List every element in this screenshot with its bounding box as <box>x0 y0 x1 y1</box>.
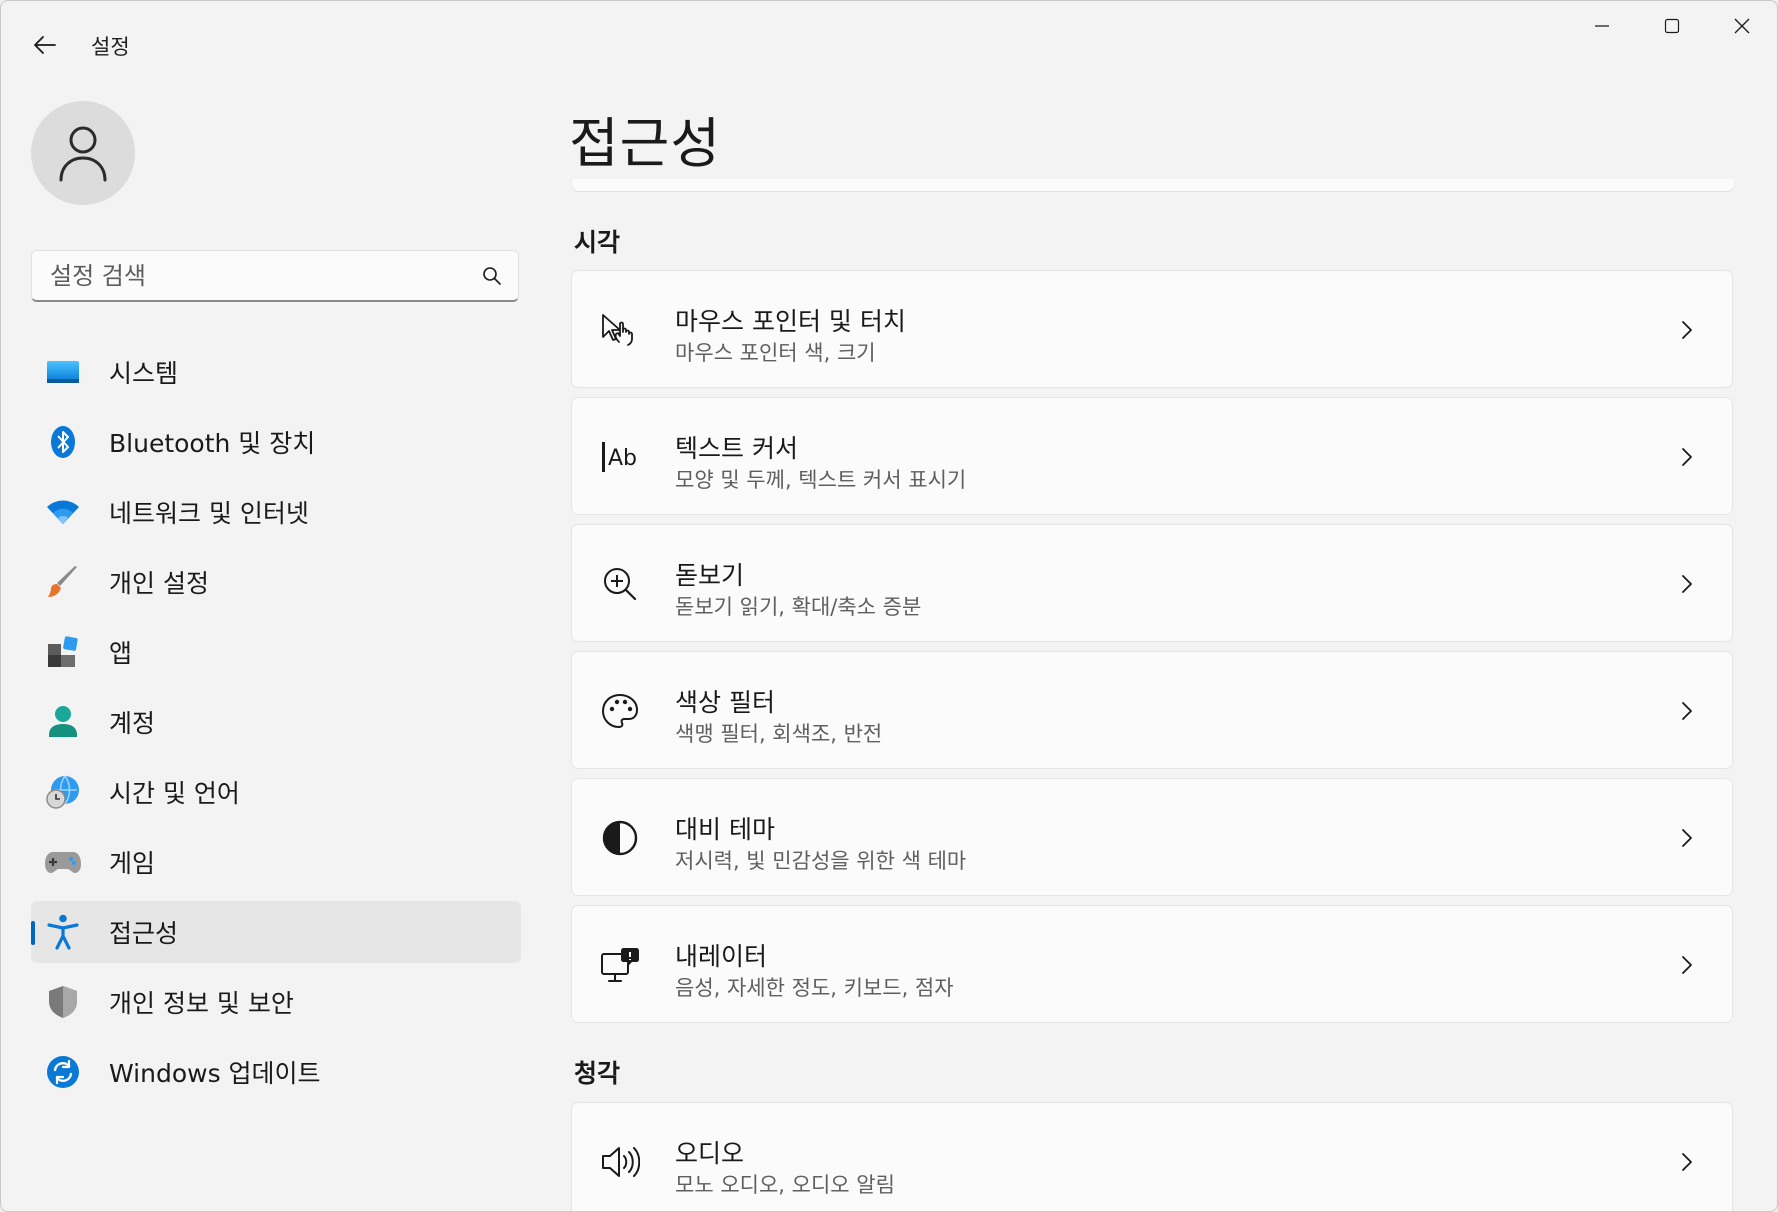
sidebar-item-label: 개인 정보 및 보안 <box>109 989 294 1018</box>
card-subtitle: 음성, 자세한 정도, 키보드, 점자 <box>675 976 954 1000</box>
sidebar-item-label: 앱 <box>109 639 133 668</box>
back-arrow-icon <box>34 36 56 54</box>
search-box[interactable] <box>31 250 519 302</box>
chevron-right-icon <box>1672 569 1702 599</box>
search-icon <box>483 266 501 285</box>
shield-icon <box>45 984 81 1020</box>
chevron-right-icon <box>1672 823 1702 853</box>
card-text-cursor[interactable]: Ab 텍스트 커서 모양 및 두께, 텍스트 커서 표시기 <box>571 397 1733 515</box>
card-audio[interactable]: 오디오 모노 오디오, 오디오 알림 <box>571 1102 1733 1211</box>
svg-text:Ab: Ab <box>608 446 637 471</box>
sidebar-item-label: 시간 및 언어 <box>109 779 240 808</box>
card-subtitle: 저시력, 빛 민감성을 위한 색 테마 <box>675 849 967 873</box>
sidebar-item-label: 시스템 <box>109 359 179 388</box>
chevron-right-icon <box>1672 696 1702 726</box>
sidebar-item-personalization[interactable]: 개인 설정 <box>31 551 521 613</box>
update-icon <box>45 1054 81 1090</box>
card-title: 대비 테마 <box>675 815 775 844</box>
sidebar-item-accounts[interactable]: 계정 <box>31 691 521 753</box>
accessibility-icon <box>45 914 81 950</box>
search-button[interactable] <box>466 251 518 300</box>
card-color-filters[interactable]: 색상 필터 색맹 필터, 회색조, 반전 <box>571 651 1733 769</box>
sidebar-item-windows-update[interactable]: Windows 업데이트 <box>31 1041 521 1103</box>
gamepad-icon <box>45 844 81 880</box>
sidebar-item-accessibility[interactable]: 접근성 <box>31 901 521 963</box>
close-icon <box>1734 18 1750 34</box>
system-icon <box>45 354 81 390</box>
sidebar-item-time-language[interactable]: 시간 및 언어 <box>31 761 521 823</box>
sidebar-item-label: 계정 <box>109 709 156 738</box>
page-title: 접근성 <box>569 112 722 175</box>
scrolled-card-edge <box>571 179 1735 192</box>
close-button[interactable] <box>1707 1 1777 51</box>
card-title: 색상 필터 <box>675 688 775 717</box>
section-title-hearing: 청각 <box>574 1059 621 1088</box>
narrator-icon <box>598 943 642 987</box>
sidebar-item-apps[interactable]: 앱 <box>31 621 521 683</box>
wifi-icon <box>45 494 81 530</box>
sidebar-item-privacy-security[interactable]: 개인 정보 및 보안 <box>31 971 521 1033</box>
card-subtitle: 모노 오디오, 오디오 알림 <box>675 1173 895 1197</box>
card-title: 오디오 <box>675 1139 745 1168</box>
card-title: 내레이터 <box>675 942 768 971</box>
chevron-right-icon <box>1672 315 1702 345</box>
chevron-right-icon <box>1672 442 1702 472</box>
card-mouse-pointer-touch[interactable]: 마우스 포인터 및 터치 마우스 포인터 색, 크기 <box>571 270 1733 388</box>
card-contrast-themes[interactable]: 대비 테마 저시력, 빛 민감성을 위한 색 테마 <box>571 778 1733 896</box>
sidebar-item-label: Windows 업데이트 <box>109 1059 321 1088</box>
contrast-icon <box>598 816 642 860</box>
card-subtitle: 색맹 필터, 회색조, 반전 <box>675 722 883 746</box>
card-subtitle: 돋보기 읽기, 확대/축소 증분 <box>675 595 922 619</box>
settings-window: 설정 시스템 Bluetooth 및 장치 <box>0 0 1778 1212</box>
sidebar-item-label: 개인 설정 <box>109 569 209 598</box>
card-magnifier[interactable]: 돋보기 돋보기 읽기, 확대/축소 증분 <box>571 524 1733 642</box>
magnifier-icon <box>598 562 642 606</box>
palette-icon <box>598 689 642 733</box>
maximize-icon <box>1664 18 1680 34</box>
maximize-button[interactable] <box>1637 1 1707 51</box>
card-title: 돋보기 <box>675 561 745 590</box>
minimize-button[interactable] <box>1567 1 1637 51</box>
person-icon <box>59 126 107 182</box>
chevron-right-icon <box>1672 1147 1702 1177</box>
text-cursor-icon: Ab <box>598 435 642 479</box>
sidebar-item-bluetooth[interactable]: Bluetooth 및 장치 <box>31 411 521 473</box>
sidebar-item-label: 게임 <box>109 849 156 878</box>
section-title-vision: 시각 <box>574 228 621 257</box>
pointer-touch-icon <box>598 308 642 352</box>
globe-clock-icon <box>45 774 81 810</box>
card-subtitle: 모양 및 두께, 텍스트 커서 표시기 <box>675 468 967 492</box>
sidebar-item-network[interactable]: 네트워크 및 인터넷 <box>31 481 521 543</box>
apps-icon <box>45 634 81 670</box>
sidebar-item-label: Bluetooth 및 장치 <box>109 429 316 458</box>
brush-icon <box>45 564 81 600</box>
card-narrator[interactable]: 내레이터 음성, 자세한 정도, 키보드, 점자 <box>571 905 1733 1023</box>
bluetooth-icon <box>45 424 81 460</box>
sidebar-item-label: 접근성 <box>109 919 179 948</box>
search-input[interactable] <box>32 250 466 301</box>
sidebar-item-system[interactable]: 시스템 <box>31 341 521 403</box>
card-title: 마우스 포인터 및 터치 <box>675 307 906 336</box>
speaker-icon <box>598 1140 642 1184</box>
app-title: 설정 <box>91 35 130 59</box>
title-bar: 설정 <box>1 1 1777 85</box>
card-title: 텍스트 커서 <box>675 434 798 463</box>
sidebar-item-gaming[interactable]: 게임 <box>31 831 521 893</box>
chevron-right-icon <box>1672 950 1702 980</box>
minimize-icon <box>1595 25 1609 27</box>
sidebar-item-label: 네트워크 및 인터넷 <box>109 499 309 528</box>
user-avatar[interactable] <box>31 101 135 205</box>
card-subtitle: 마우스 포인터 색, 크기 <box>675 341 876 365</box>
account-icon <box>45 704 81 740</box>
back-button[interactable] <box>23 25 67 65</box>
sidebar-nav: 시스템 Bluetooth 및 장치 네트워크 및 인터넷 개인 설정 앱 계정… <box>31 341 521 1111</box>
